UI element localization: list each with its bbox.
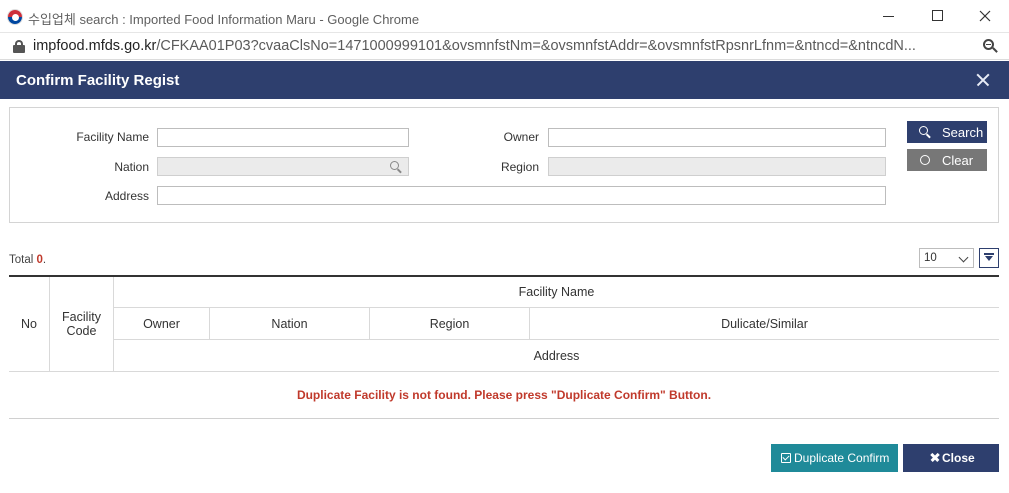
nation-label: Nation [114, 160, 149, 174]
filter-icon-bar [984, 253, 994, 255]
owner-label: Owner [503, 130, 539, 144]
col-header-owner: Owner [114, 308, 209, 339]
col-header-facility-code: Facility Code [50, 277, 113, 371]
dialog-close-icon[interactable] [972, 69, 994, 91]
maximize-icon [932, 10, 943, 21]
dialog-header: Confirm Facility Regist [0, 61, 1009, 99]
col-header-facility-name: Facility Name [114, 277, 999, 307]
clear-button-label: Clear [942, 153, 974, 168]
address-input[interactable] [157, 186, 886, 205]
korea-flag-icon [7, 9, 23, 25]
zoom-icon[interactable] [982, 38, 998, 54]
empty-result-message: Duplicate Facility is not found. Please … [296, 388, 712, 402]
results-table: No Facility Code Facility Name Owner Nat… [9, 275, 999, 372]
nation-search-icon[interactable] [390, 161, 402, 174]
dialog-title: Confirm Facility Regist [16, 72, 180, 89]
col-header-no: No [9, 277, 49, 371]
total-label: Total [9, 254, 34, 266]
chevron-down-icon [958, 252, 969, 263]
page-size-value: 10 [924, 252, 937, 264]
minimize-button[interactable] [877, 5, 901, 27]
window-title: 수입업체 search : Imported Food Information … [28, 12, 420, 27]
region-input[interactable] [548, 157, 886, 176]
clear-button[interactable]: Clear [907, 149, 987, 171]
col-header-region: Region [370, 308, 529, 339]
col-header-nation: Nation [210, 308, 369, 339]
close-icon [979, 10, 991, 22]
search-button-label: Search [942, 125, 984, 140]
search-panel: Facility Name Owner Nation Region Addres… [9, 107, 999, 223]
facility-name-label: Facility Name [76, 130, 149, 144]
window-titlebar: 수입업체 search : Imported Food Information … [0, 0, 1009, 33]
url-path: /CFKAA01P03?cvaaClsNo=1471000999101&ovsm… [156, 38, 916, 54]
col-header-duplicate: Dulicate/Similar [530, 308, 999, 339]
filter-icon [985, 256, 993, 261]
minimize-icon [883, 16, 894, 17]
page-size-select[interactable]: 10 [919, 248, 974, 268]
divider [9, 418, 999, 419]
facility-name-input[interactable] [157, 128, 409, 147]
owner-input[interactable] [548, 128, 886, 147]
refresh-icon [920, 155, 930, 165]
search-button[interactable]: Search [907, 121, 987, 143]
maximize-button[interactable] [926, 5, 950, 27]
close-button[interactable]: Close [903, 444, 999, 472]
region-label: Region [500, 160, 539, 174]
search-icon [919, 126, 931, 139]
address-label: Address [104, 189, 149, 203]
duplicate-confirm-label: Duplicate Confirm [794, 451, 890, 465]
url-text[interactable]: impfood.mfds.go.kr/CFKAA01P03?cvaaClsNo=… [33, 38, 968, 54]
close-button-label: Close [942, 451, 975, 465]
filter-toggle-button[interactable] [979, 248, 999, 268]
nation-input[interactable] [157, 157, 409, 176]
close-icon [930, 452, 940, 462]
total-count: Total 0. [9, 254, 46, 266]
col-header-address: Address [114, 340, 999, 371]
address-bar[interactable]: impfood.mfds.go.kr/CFKAA01P03?cvaaClsNo=… [0, 33, 1009, 60]
url-domain: impfood.mfds.go.kr [33, 38, 157, 54]
duplicate-confirm-button[interactable]: Duplicate Confirm [771, 444, 898, 472]
checkbox-icon [781, 453, 791, 463]
window-close-button[interactable] [973, 5, 997, 27]
lock-icon[interactable] [13, 40, 25, 53]
total-suffix: . [42, 254, 47, 266]
